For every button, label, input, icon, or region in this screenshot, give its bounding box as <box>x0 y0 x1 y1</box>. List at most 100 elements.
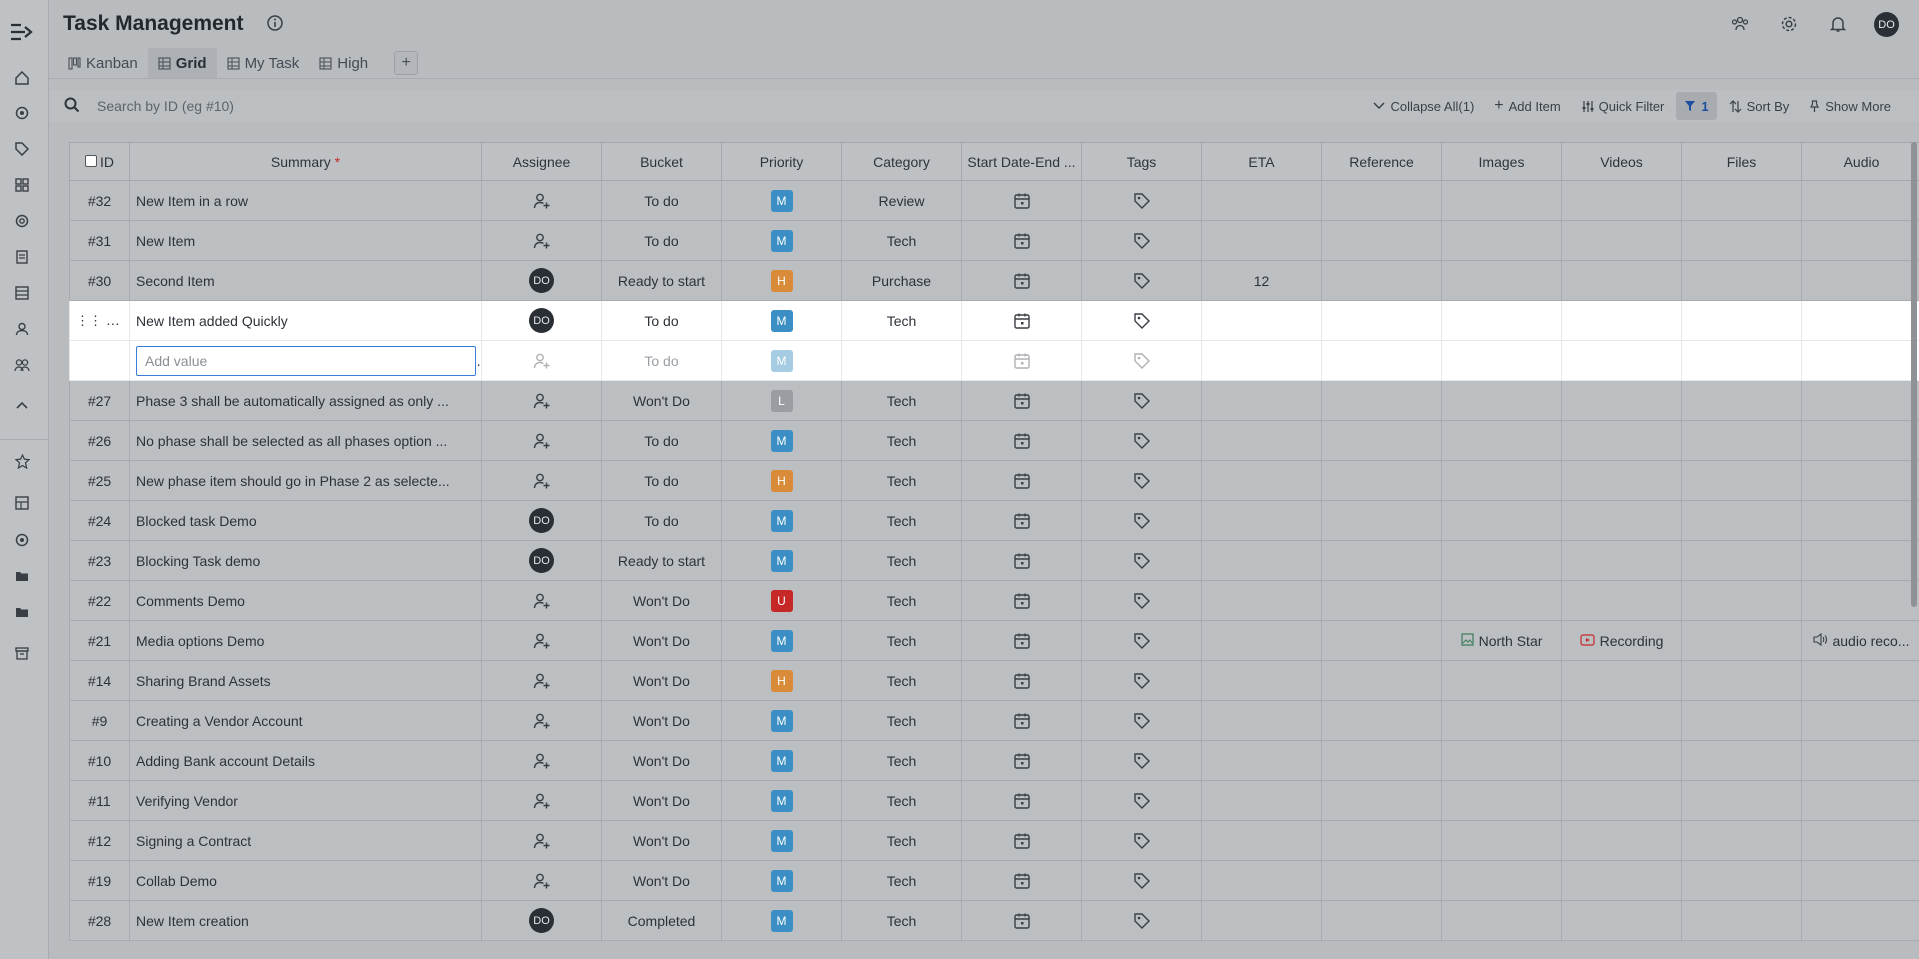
files-cell[interactable] <box>1681 500 1802 541</box>
category-cell[interactable]: Tech <box>841 820 962 861</box>
tag-icon[interactable] <box>1133 311 1151 329</box>
images-cell[interactable] <box>1441 820 1562 861</box>
priority-badge[interactable]: M <box>770 229 793 252</box>
tag-icon[interactable] <box>10 137 34 161</box>
summary-cell[interactable]: Second Item <box>129 260 482 301</box>
scrollbar[interactable] <box>1911 142 1917 607</box>
calendar-icon[interactable] <box>1013 471 1031 489</box>
priority-badge[interactable]: M <box>770 869 793 892</box>
team-icon[interactable] <box>1728 12 1752 36</box>
summary-cell[interactable]: Verifying Vendor <box>129 780 482 821</box>
table-row[interactable]: #22 Comments Demo Won't Do U Tech <box>69 580 1919 621</box>
tags-cell[interactable] <box>1081 620 1202 661</box>
assignee-cell[interactable]: DO <box>481 300 602 341</box>
bucket-cell[interactable]: Completed <box>601 900 722 941</box>
target-icon[interactable] <box>10 528 34 552</box>
summary-cell[interactable]: Collab Demo <box>129 860 482 901</box>
videos-cell[interactable] <box>1561 460 1682 501</box>
add-assignee-icon[interactable] <box>533 191 551 209</box>
priority-badge[interactable]: M <box>770 629 793 652</box>
calendar-icon[interactable] <box>1013 271 1031 289</box>
images-cell[interactable] <box>1441 420 1562 461</box>
priority-badge[interactable]: M <box>770 789 793 812</box>
audio-cell[interactable] <box>1801 300 1919 341</box>
reference-cell[interactable] <box>1321 660 1442 701</box>
add-assignee-icon[interactable] <box>533 871 551 889</box>
assignee-cell[interactable] <box>481 740 602 781</box>
calendar-icon[interactable] <box>1013 551 1031 569</box>
column-header-files[interactable]: Files <box>1681 142 1802 181</box>
summary-cell[interactable]: Adding Bank account Details <box>129 740 482 781</box>
files-cell[interactable] <box>1681 460 1802 501</box>
images-cell[interactable] <box>1441 460 1562 501</box>
eta-cell[interactable] <box>1201 540 1322 581</box>
dates-cell[interactable] <box>961 500 1082 541</box>
dates-cell[interactable] <box>961 900 1082 941</box>
collapse-sidebar-icon[interactable] <box>8 20 36 44</box>
category-cell[interactable]: Tech <box>841 420 962 461</box>
column-header-priority[interactable]: Priority <box>721 142 842 181</box>
tag-icon[interactable] <box>1133 631 1151 649</box>
reference-cell[interactable] <box>1321 780 1442 821</box>
column-header-summary[interactable]: Summary * <box>129 142 482 181</box>
eta-cell[interactable] <box>1201 300 1322 341</box>
category-cell[interactable]: Tech <box>841 500 962 541</box>
table-row[interactable]: #10 Adding Bank account Details Won't Do M T… <box>69 740 1919 781</box>
column-header-audio[interactable]: Audio <box>1801 142 1919 181</box>
column-header-assignee[interactable]: Assignee <box>481 142 602 181</box>
reference-cell[interactable] <box>1321 260 1442 301</box>
calendar-icon[interactable] <box>1013 391 1031 409</box>
reference-cell[interactable] <box>1321 580 1442 621</box>
reference-cell[interactable] <box>1321 380 1442 421</box>
priority-cell[interactable]: L <box>721 380 842 421</box>
bucket-cell[interactable]: Won't Do <box>601 580 722 621</box>
folder-icon[interactable] <box>10 564 34 588</box>
files-cell[interactable] <box>1681 660 1802 701</box>
tag-icon[interactable] <box>1133 591 1151 609</box>
videos-cell[interactable] <box>1561 900 1682 941</box>
audio-cell[interactable] <box>1801 860 1919 901</box>
summary-cell[interactable]: Comments Demo <box>129 580 482 621</box>
table-row[interactable]: #31 New Item To do M Tech <box>69 220 1919 261</box>
bucket-cell[interactable]: To do <box>601 220 722 261</box>
summary-cell[interactable] <box>129 340 482 381</box>
priority-cell[interactable]: M <box>721 860 842 901</box>
priority-badge[interactable]: H <box>770 669 793 692</box>
priority-cell[interactable]: M <box>721 540 842 581</box>
reference-cell[interactable] <box>1321 820 1442 861</box>
dates-cell[interactable] <box>961 700 1082 741</box>
priority-cell[interactable]: M <box>721 700 842 741</box>
audio-cell[interactable] <box>1801 340 1919 381</box>
category-cell[interactable]: Tech <box>841 540 962 581</box>
images-cell[interactable] <box>1441 380 1562 421</box>
team-icon[interactable] <box>10 353 34 377</box>
audio-cell[interactable] <box>1801 900 1919 941</box>
table-row[interactable]: #32 New Item in a row To do M Review <box>69 180 1919 221</box>
category-cell[interactable]: Tech <box>841 380 962 421</box>
summary-cell[interactable]: New phase item should go in Phase 2 as s… <box>129 460 482 501</box>
tab-my-task[interactable]: My Task <box>217 48 310 78</box>
reference-cell[interactable] <box>1321 500 1442 541</box>
add-assignee-icon[interactable] <box>533 671 551 689</box>
tab-high[interactable]: High <box>309 48 378 78</box>
tag-icon[interactable] <box>1133 871 1151 889</box>
summary-cell[interactable]: Sharing Brand Assets <box>129 660 482 701</box>
user-avatar[interactable]: DO <box>1874 12 1899 37</box>
videos-cell[interactable] <box>1561 420 1682 461</box>
reference-cell[interactable] <box>1321 420 1442 461</box>
tags-cell[interactable] <box>1081 500 1202 541</box>
images-cell[interactable] <box>1441 580 1562 621</box>
new-item-row[interactable]: To do M <box>69 340 1919 381</box>
assignee-cell[interactable] <box>481 380 602 421</box>
audio-cell[interactable] <box>1801 420 1919 461</box>
images-cell[interactable] <box>1441 740 1562 781</box>
eta-cell[interactable] <box>1201 660 1322 701</box>
summary-cell[interactable]: Blocked task Demo <box>129 500 482 541</box>
bucket-cell[interactable]: To do <box>601 420 722 461</box>
dates-cell[interactable] <box>961 540 1082 581</box>
videos-cell[interactable] <box>1561 580 1682 621</box>
category-cell[interactable]: Tech <box>841 860 962 901</box>
calendar-icon[interactable] <box>1013 591 1031 609</box>
files-cell[interactable] <box>1681 740 1802 781</box>
priority-badge[interactable]: M <box>770 309 793 332</box>
